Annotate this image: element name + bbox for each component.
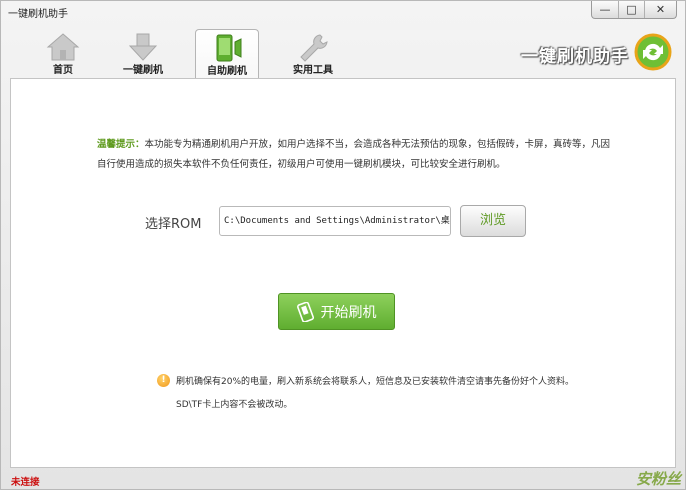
notice-title: 温馨提示： [97,139,145,150]
tab-utilities[interactable]: 实用工具 [281,29,345,79]
brand-text: 一键刷机助手 [521,46,629,67]
maximize-button[interactable]: □ [618,1,644,18]
tab-home[interactable]: 首页 [31,29,95,79]
rom-label: 选择ROM [145,217,202,232]
brand-logo: 一键刷机助手 [521,31,673,77]
tab-self-flash[interactable]: 自助刷机 [195,29,259,80]
phone-icon [296,301,315,322]
download-arrow-icon [126,32,160,66]
notice-body: 本功能专为精通刷机用户开放，如用户选择不当，会造成各种无法预估的现象，包括假砖，… [97,139,611,170]
minimize-button[interactable]: — [592,1,618,18]
window-controls: — □ ✕ [591,1,677,19]
wrench-icon [296,32,330,66]
browse-button[interactable]: 浏览 [460,205,526,237]
close-button[interactable]: ✕ [644,1,676,18]
refresh-circle-icon [633,32,673,76]
window-title: 一键刷机助手 [8,9,68,20]
start-flash-button[interactable]: 开始刷机 [278,293,395,330]
battery-warning-text: 刷机确保有20%的电量，刷入新系统会将联系人，短信息及已安装软件清空请事先备份好… [176,377,575,387]
sd-card-note: SD\TF卡上内容不会被改动。 [176,400,293,410]
title-bar: 一键刷机助手 — □ ✕ [1,1,685,23]
notice-text: 温馨提示：本功能专为精通刷机用户开放，如用户选择不当，会造成各种无法预估的现象，… [97,135,617,175]
home-icon [46,32,80,66]
connection-status: 未连接 [11,477,40,488]
start-flash-label: 开始刷机 [320,304,377,321]
app-window: 一键刷机助手 — □ ✕ 首页 一键刷机 自助刷机 实用工具 一键刷机助手 温馨… [0,0,686,490]
battery-warning: ! 刷机确保有20%的电量，刷入新系统会将联系人，短信息及已安装软件清空请事先备… [157,374,574,387]
phone-flash-icon [210,33,244,67]
rom-path-input[interactable]: C:\Documents and Settings\Administrator\… [219,206,451,236]
content-panel: 温馨提示：本功能专为精通刷机用户开放，如用户选择不当，会造成各种无法预估的现象，… [10,78,676,468]
warning-icon: ! [157,374,170,387]
tab-one-click-flash[interactable]: 一键刷机 [111,29,175,79]
watermark-logo: 安粉丝 [635,470,681,488]
status-bar: 未连接 安粉丝 [1,470,685,489]
